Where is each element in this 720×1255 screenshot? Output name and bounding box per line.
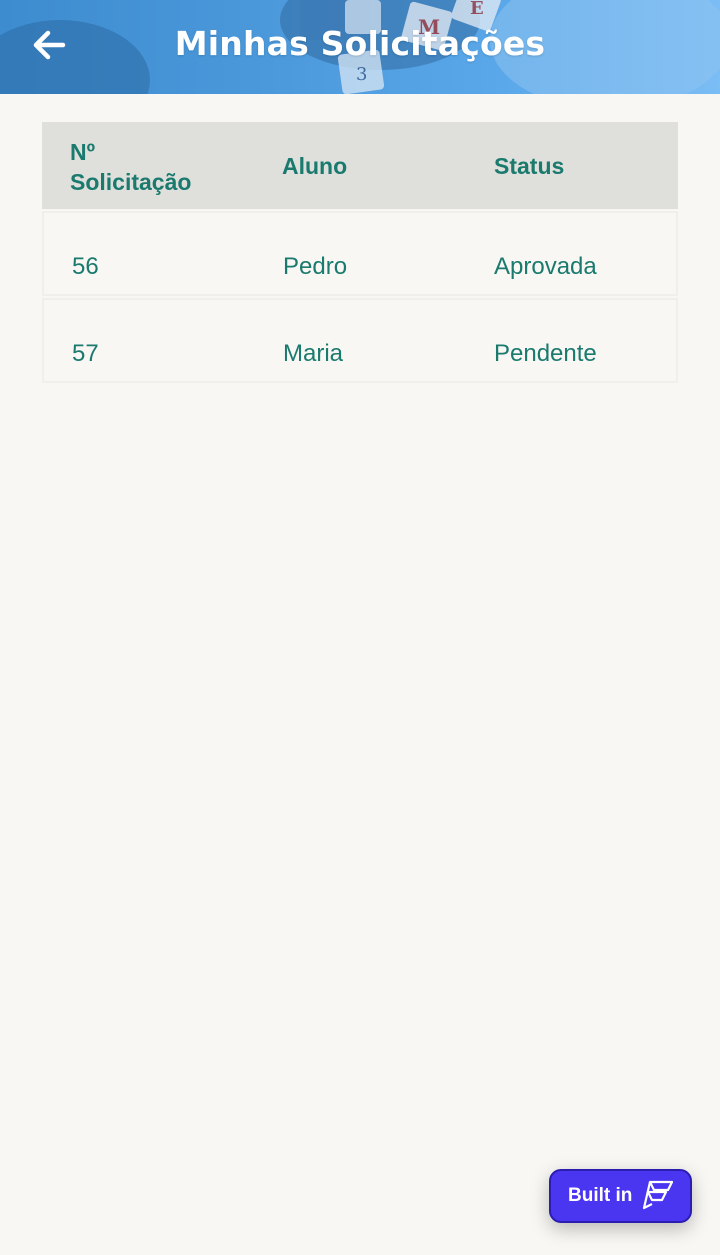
cell-status: Pendente — [494, 340, 597, 367]
column-header-student: Aluno — [282, 153, 348, 179]
svg-text:E: E — [470, 0, 484, 19]
column-header-line: Solicitação — [70, 169, 192, 195]
table-row[interactable]: 56 Pedro Aprovada — [42, 211, 678, 296]
cell-status: Aprovada — [494, 253, 597, 280]
cell-student: Pedro — [283, 253, 348, 280]
app-header: 3 M E Minhas Solicitações — [0, 0, 720, 94]
cell-student: Maria — [283, 340, 344, 367]
column-header-request-number: Nº Solicitação — [70, 137, 250, 197]
page-title: Minhas Solicitações — [174, 24, 546, 63]
cell-request-number: 57 — [72, 340, 99, 367]
cell-request-number: 56 — [72, 253, 99, 280]
requests-table: Nº Solicitação Aluno Status 56 Pedro Apr… — [42, 122, 678, 383]
badge-label: Built in — [568, 1185, 633, 1206]
flutterflow-logo-icon — [643, 1180, 674, 1210]
svg-text:3: 3 — [356, 64, 367, 85]
column-header-status: Status — [494, 153, 565, 179]
table-row[interactable]: 57 Maria Pendente — [42, 298, 678, 383]
column-header-line: Nº — [70, 139, 96, 165]
built-in-badge-button[interactable]: Built in — [549, 1169, 692, 1223]
table-header: Nº Solicitação Aluno Status — [42, 122, 678, 209]
